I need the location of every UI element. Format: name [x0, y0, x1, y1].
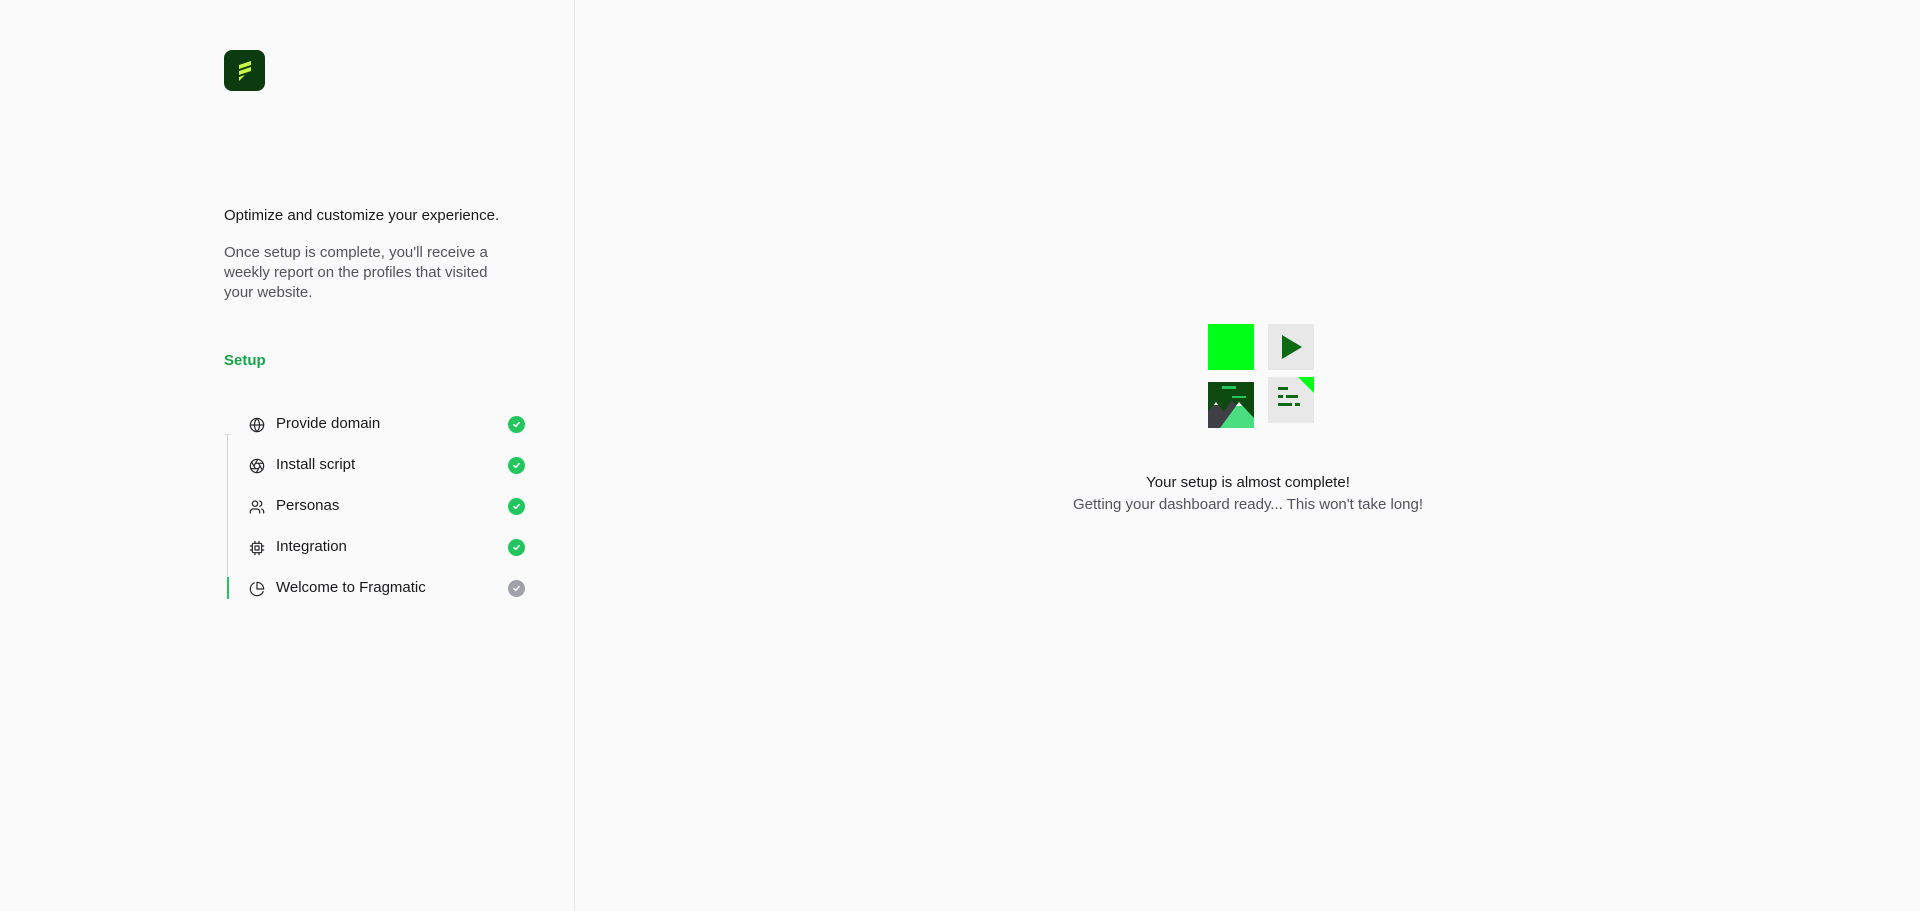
intro-description: Once setup is complete, you'll receive a…: [224, 244, 488, 301]
step-label: Personas: [276, 497, 340, 514]
globe-icon: [248, 416, 266, 434]
fragmatic-logo[interactable]: [224, 50, 265, 91]
green-square-tile: [1208, 324, 1254, 370]
play-icon: [1268, 324, 1314, 370]
image-icon: [1208, 382, 1254, 428]
main-content: Your setup is almost complete! Getting y…: [576, 0, 1920, 911]
loading-illustration: [1192, 323, 1314, 429]
check-icon: [508, 580, 525, 597]
check-icon: [508, 416, 525, 433]
pie-chart-icon: [248, 580, 266, 598]
document-icon: [1268, 377, 1314, 423]
setup-section-label: Setup: [224, 352, 266, 369]
step-install-script[interactable]: Install script: [224, 445, 530, 486]
check-icon: [508, 457, 525, 474]
step-welcome-to-fragmatic[interactable]: Welcome to Fragmatic: [224, 568, 530, 609]
status-subtitle: Getting your dashboard ready... This won…: [1072, 496, 1423, 513]
status-title: Your setup is almost complete!: [1146, 474, 1350, 491]
users-icon: [248, 498, 266, 516]
chip-icon: [248, 539, 266, 557]
logo-mark-icon: [238, 60, 251, 81]
step-integration[interactable]: Integration: [224, 527, 530, 568]
step-personas[interactable]: Personas: [224, 486, 530, 527]
sidebar: Optimize and customize your experience. …: [0, 0, 575, 911]
intro-title: Optimize and customize your experience.: [224, 207, 500, 224]
step-label: Provide domain: [276, 415, 381, 432]
check-icon: [508, 539, 525, 556]
step-label: Install script: [276, 456, 356, 473]
step-label: Integration: [276, 538, 347, 555]
step-provide-domain[interactable]: Provide domain: [224, 404, 530, 445]
check-icon: [508, 498, 525, 515]
step-label: Welcome to Fragmatic: [276, 579, 426, 596]
aperture-icon: [248, 457, 266, 475]
